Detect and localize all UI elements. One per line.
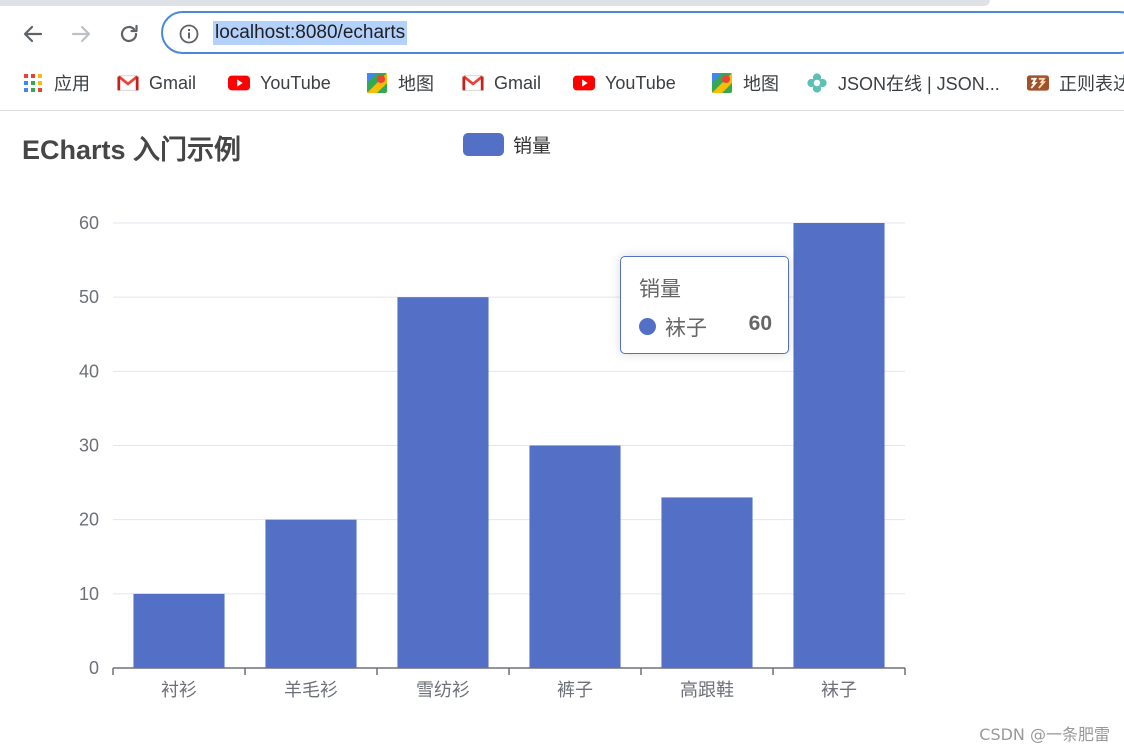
x-tick-label: 裤子 (557, 680, 593, 700)
flower-icon (806, 72, 828, 94)
bar-chart[interactable]: 0 10 20 30 40 50 60 衬衫 羊毛衫 雪纺衫 裤子 高跟鞋 袜子 (0, 111, 1124, 751)
tab-strip (0, 0, 990, 6)
x-tick-label: 雪纺衫 (416, 680, 470, 700)
bookmark-label: 地图 (398, 74, 434, 94)
info-icon[interactable] (179, 24, 199, 44)
y-tick-label: 40 (79, 361, 99, 381)
youtube-icon (573, 72, 595, 94)
watermark: CSDN @一条肥雷 (979, 725, 1110, 744)
gmail-icon (117, 72, 139, 94)
y-tick-label: 0 (89, 658, 99, 678)
gmail-icon (462, 72, 484, 94)
maps-icon (711, 72, 733, 94)
bookmarks-bar: 应用 Gmail YouTube 地图 Gmail YouTube 地图 JSO… (0, 66, 1124, 100)
bar[interactable] (529, 445, 621, 669)
page-content: ECharts 入门示例 销量 0 10 20 30 40 50 60 衬衫 羊毛衫 雪纺衫 裤子高… (0, 111, 1124, 751)
x-tick-label: 衬衫 (161, 680, 197, 700)
tooltip-title: 销量 (639, 277, 681, 301)
bookmark-label: Gmail (149, 72, 197, 93)
reload-button[interactable] (114, 19, 144, 49)
youtube-icon (228, 72, 250, 94)
bookmark-regex[interactable]: 正则表达 (1027, 66, 1124, 100)
bookmark-gmail-2[interactable]: Gmail (462, 66, 541, 100)
bookmark-label: YouTube (260, 72, 331, 93)
tooltip-value: 60 (748, 312, 772, 335)
address-bar[interactable]: localhost:8080/echarts (161, 11, 1124, 54)
bookmark-apps[interactable]: 应用 (22, 66, 90, 100)
tooltip-marker (639, 318, 656, 335)
bookmark-youtube[interactable]: YouTube (228, 66, 331, 100)
regex-icon (1027, 72, 1049, 94)
y-tick-label: 20 (79, 510, 99, 530)
y-tick-label: 10 (79, 584, 99, 604)
x-tick-label: 羊毛衫 (284, 680, 338, 700)
forward-arrow-icon (71, 25, 91, 43)
url-text[interactable]: localhost:8080/echarts (213, 21, 408, 45)
bookmark-label: YouTube (605, 72, 676, 93)
bar[interactable] (661, 497, 753, 668)
reload-icon (120, 24, 138, 43)
bookmark-label: 正则表达 (1059, 74, 1124, 94)
browser-toolbar: localhost:8080/echarts 应用 Gmail YouTube … (0, 0, 1124, 111)
bookmark-maps[interactable]: 地图 (366, 66, 434, 100)
y-tick-label: 50 (79, 287, 99, 307)
bookmark-label: 应用 (54, 74, 90, 94)
bookmark-json[interactable]: JSON在线 | JSON... (806, 66, 1000, 100)
bookmark-label: 地图 (743, 74, 779, 94)
bookmark-label: Gmail (494, 72, 542, 93)
back-button[interactable] (18, 19, 48, 49)
y-tick-label: 60 (79, 213, 99, 233)
x-tick-label: 高跟鞋 (680, 680, 734, 700)
back-arrow-icon (23, 25, 43, 43)
bar[interactable] (265, 519, 357, 668)
bookmark-gmail[interactable]: Gmail (117, 66, 196, 100)
bar[interactable] (793, 223, 885, 668)
bar[interactable] (133, 593, 225, 668)
bookmark-maps-2[interactable]: 地图 (711, 66, 779, 100)
x-tick-label: 袜子 (821, 680, 857, 700)
forward-button[interactable] (66, 19, 96, 49)
maps-icon (366, 72, 388, 94)
y-tick-label: 30 (79, 436, 99, 456)
tooltip-category: 袜子 (665, 316, 707, 340)
bookmark-label: JSON在线 | JSON... (838, 74, 1000, 94)
apps-grid-icon (22, 72, 44, 94)
bookmark-youtube-2[interactable]: YouTube (573, 66, 676, 100)
bar[interactable] (397, 297, 489, 668)
chart-tooltip: 销量 袜子 60 (620, 256, 789, 354)
